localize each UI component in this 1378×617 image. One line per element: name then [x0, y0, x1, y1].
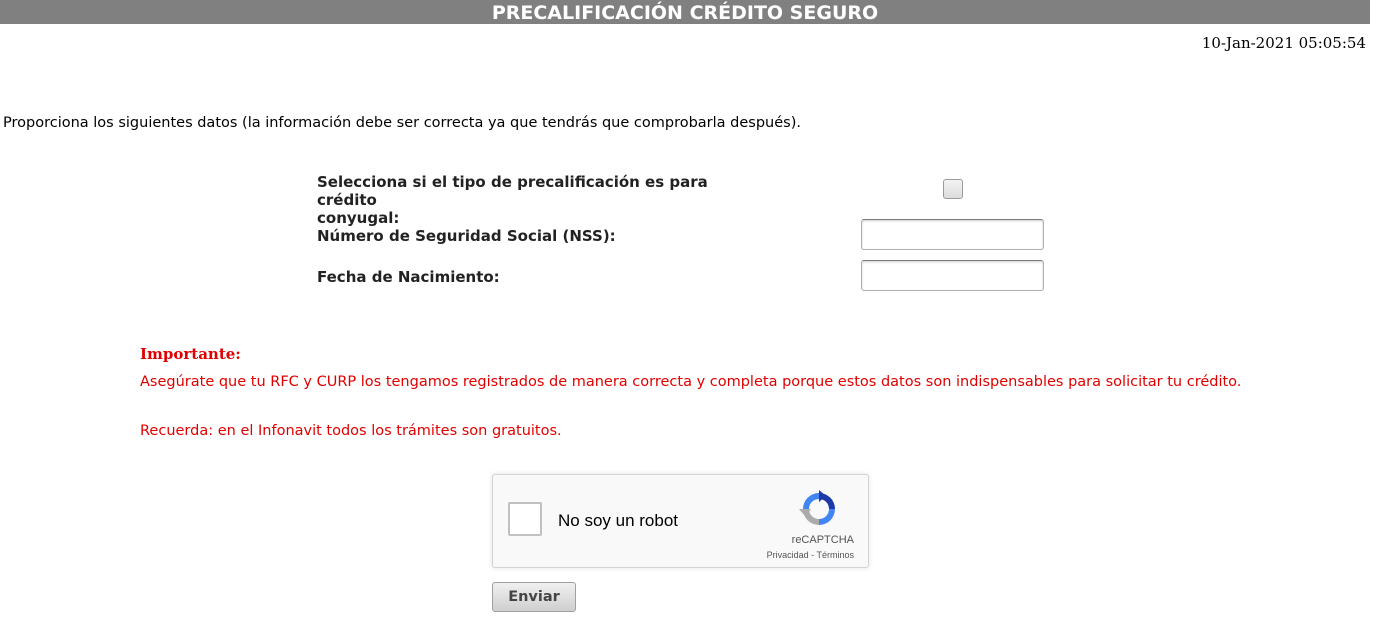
notice-title: Importante:	[140, 345, 241, 363]
nss-label: Número de Seguridad Social (NSS):	[317, 227, 616, 245]
submit-button[interactable]: Enviar	[492, 582, 576, 612]
conyugal-label-line2: conyugal:	[317, 209, 400, 227]
birthdate-input[interactable]	[861, 260, 1044, 291]
timestamp: 10-Jan-2021 05:05:54	[1201, 34, 1366, 52]
recaptcha-links: Privacidad - Términos	[767, 550, 854, 560]
recaptcha-checkbox[interactable]	[508, 502, 542, 536]
birthdate-label: Fecha de Nacimiento:	[317, 268, 500, 286]
recaptcha-terms-link[interactable]: Términos	[816, 550, 854, 560]
page-title: PRECALIFICACIÓN CRÉDITO SEGURO	[491, 2, 879, 24]
recaptcha-label: No soy un robot	[558, 511, 679, 530]
nss-input[interactable]	[861, 219, 1044, 250]
recaptcha-logo-icon	[799, 490, 835, 525]
recaptcha-brand: reCAPTCHA	[791, 534, 854, 546]
notice-free-procedures: Recuerda: en el Infonavit todos los trám…	[140, 423, 562, 439]
notice-rfc-curp: Asegúrate que tu RFC y CURP los tengamos…	[140, 374, 1242, 390]
recaptcha-privacy-link[interactable]: Privacidad	[767, 550, 809, 560]
conyugal-checkbox[interactable]	[943, 179, 963, 199]
page-title-bar: PRECALIFICACIÓN CRÉDITO SEGURO	[0, 0, 1370, 24]
intro-text: Proporciona los siguientes datos (la inf…	[3, 115, 801, 131]
conyugal-label: Selecciona si el tipo de precalificación…	[317, 173, 767, 227]
conyugal-label-line1: Selecciona si el tipo de precalificación…	[317, 173, 708, 209]
recaptcha-widget: No soy un robot reCAPTCHA Privacidad - T…	[492, 474, 869, 568]
